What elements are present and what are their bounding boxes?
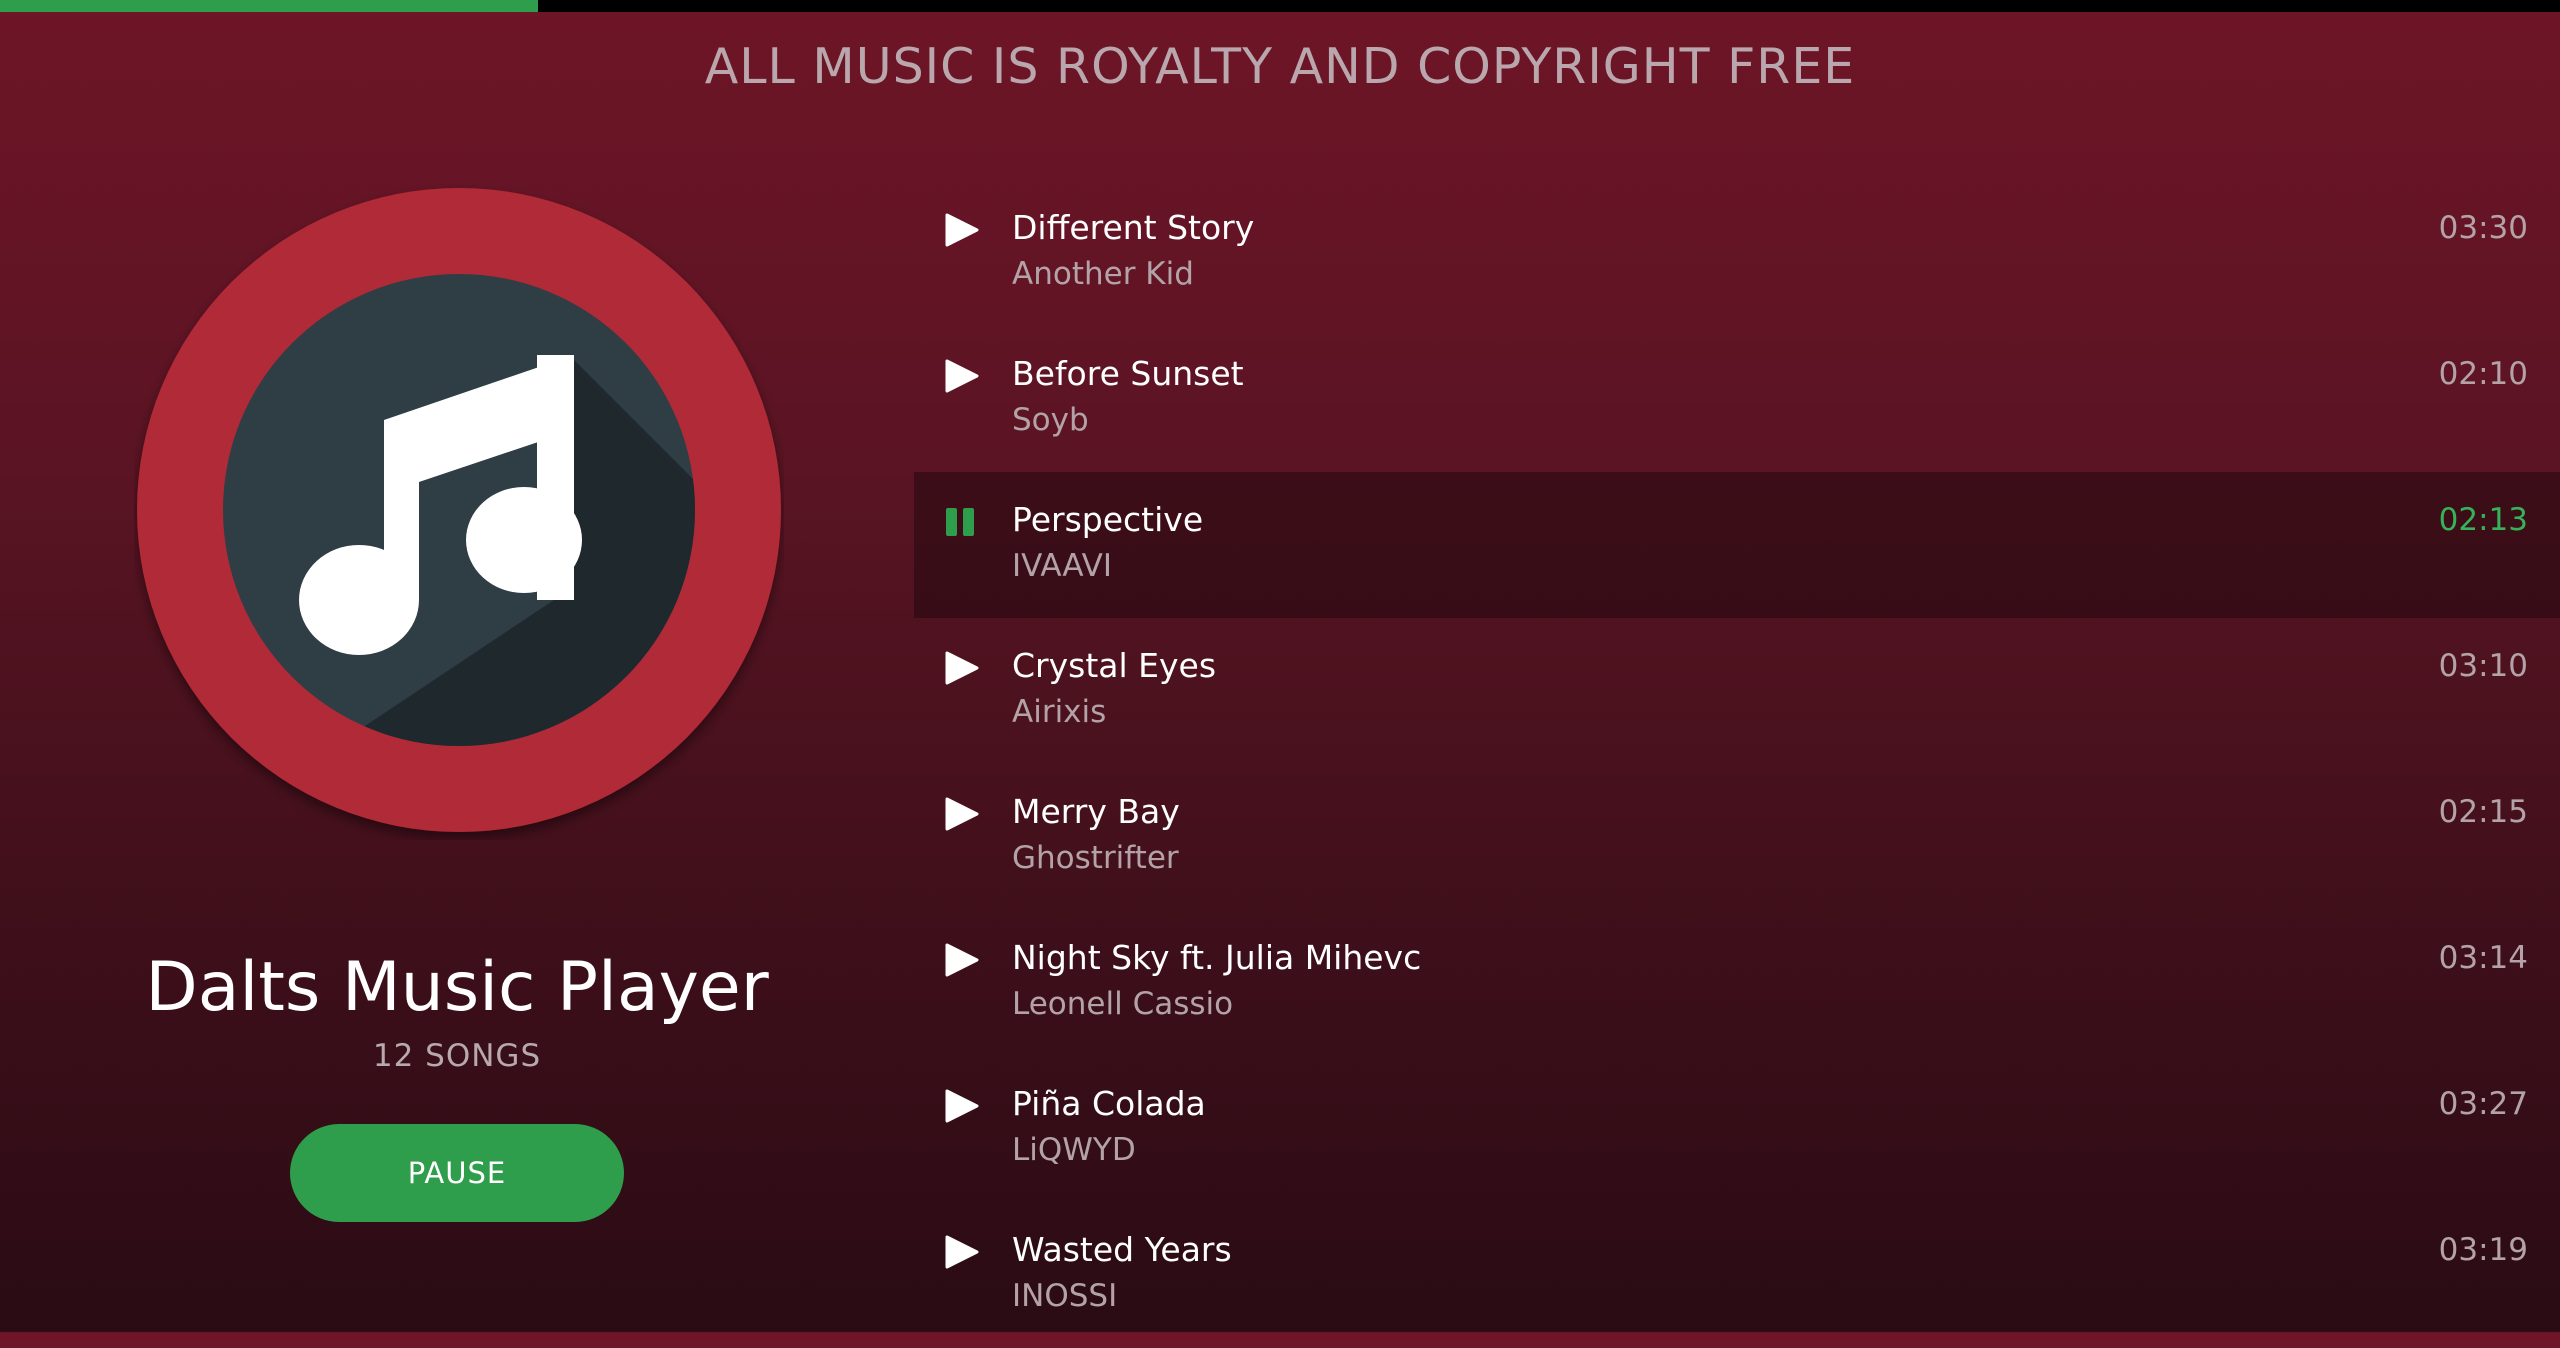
- track-row[interactable]: Piña Colada LiQWYD 03:27: [914, 1056, 2560, 1202]
- royalty-free-banner: ALL MUSIC IS ROYALTY AND COPYRIGHT FREE: [704, 38, 1856, 95]
- track-artist: LiQWYD: [1012, 1132, 1136, 1168]
- track-row[interactable]: Night Sky ft. Julia Mihevc Leonell Cassio…: [914, 910, 2560, 1056]
- track-artist: Soyb: [1012, 402, 1089, 438]
- play-icon[interactable]: [944, 650, 980, 686]
- play-icon[interactable]: [944, 1234, 980, 1270]
- music-note-icon: [137, 188, 781, 832]
- track-row[interactable]: Crystal Eyes Airixis 03:10: [914, 618, 2560, 764]
- track-duration: 03:30: [2438, 210, 2528, 246]
- track-title: Wasted Years: [1012, 1230, 1232, 1269]
- play-icon[interactable]: [944, 1088, 980, 1124]
- track-title: Before Sunset: [1012, 354, 1244, 393]
- track-duration: 02:13: [2438, 502, 2528, 538]
- track-artist: Another Kid: [1012, 256, 1194, 292]
- track-artist: Airixis: [1012, 694, 1107, 730]
- track-artist: INOSSI: [1012, 1278, 1118, 1314]
- track-duration: 02:15: [2438, 794, 2528, 830]
- track-row[interactable]: Different Story Another Kid 03:30: [914, 180, 2560, 326]
- pause-icon[interactable]: [944, 504, 980, 540]
- playback-progress-bar[interactable]: [0, 0, 2560, 12]
- track-artist: Leonell Cassio: [1012, 986, 1234, 1022]
- track-duration: 03:14: [2438, 940, 2528, 976]
- track-duration: 03:27: [2438, 1086, 2528, 1122]
- track-row[interactable]: Merry Bay Ghostrifter 02:15: [914, 764, 2560, 910]
- track-title: Perspective: [1012, 500, 1204, 539]
- track-list: Different Story Another Kid 03:30 Before Su…: [914, 180, 2560, 1348]
- track-artist: Ghostrifter: [1012, 840, 1179, 876]
- play-icon[interactable]: [944, 942, 980, 978]
- track-title: Crystal Eyes: [1012, 646, 1217, 685]
- track-row[interactable]: Perspective IVAAVI 02:13: [914, 472, 2560, 618]
- track-duration: 03:10: [2438, 648, 2528, 684]
- track-artist: IVAAVI: [1012, 548, 1113, 584]
- play-icon[interactable]: [944, 212, 980, 248]
- track-duration: 03:19: [2438, 1232, 2528, 1268]
- player-title: Dalts Music Player: [145, 948, 769, 1027]
- song-count: 12 SONGS: [372, 1038, 542, 1074]
- track-title: Piña Colada: [1012, 1084, 1206, 1123]
- play-icon[interactable]: [944, 358, 980, 394]
- track-row[interactable]: Before Sunset Soyb 02:10: [914, 326, 2560, 472]
- music-app-logo: [134, 180, 784, 840]
- track-duration: 02:10: [2438, 356, 2528, 392]
- track-row[interactable]: Wasted Years INOSSI 03:19: [914, 1202, 2560, 1348]
- playback-progress-fill: [0, 0, 538, 12]
- play-icon[interactable]: [944, 796, 980, 832]
- track-title: Different Story: [1012, 208, 1255, 247]
- track-title: Merry Bay: [1012, 792, 1180, 831]
- pause-button[interactable]: PAUSE: [290, 1124, 624, 1222]
- track-title: Night Sky ft. Julia Mihevc: [1012, 938, 1422, 977]
